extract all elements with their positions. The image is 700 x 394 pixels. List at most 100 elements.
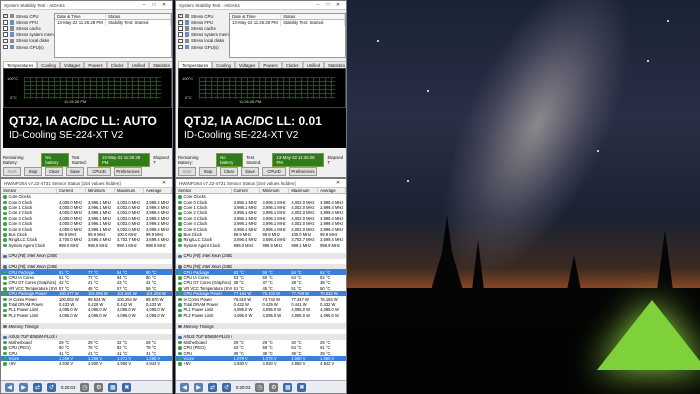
sensor-row[interactable]: Vcore 1.259 V 1.256 V 1.271 V 1.260 V bbox=[1, 355, 172, 362]
button-4[interactable]: CPUID bbox=[262, 167, 286, 176]
sensor-row[interactable]: CPU (PECI) 63 °C 58 °C 64 °C 61 °C bbox=[176, 345, 346, 350]
checkbox[interactable] bbox=[3, 44, 8, 50]
close-icon[interactable]: ✕ bbox=[333, 2, 343, 8]
sensor-row[interactable]: PL2 Power Limit 4,095.0 W 4,095.0 W 4,095.0… bbox=[176, 313, 346, 318]
sensor-row[interactable]: Ring/LLC Clock 3,700.0 MHz 3,696.4 MHz 3,70… bbox=[1, 237, 172, 242]
checkbox[interactable]: ✓ bbox=[178, 14, 183, 19]
col-3[interactable]: Maximum bbox=[289, 188, 319, 193]
col-2[interactable]: Minimum bbox=[260, 188, 290, 193]
col-2[interactable]: Minimum bbox=[86, 188, 115, 193]
col-4[interactable]: Average bbox=[318, 188, 346, 193]
sensor-row[interactable]: Core 3 Clock 4,000.0 MHz 3,996.1 MHz 4,002.… bbox=[1, 216, 172, 221]
sensor-row[interactable]: CPU 41 °C 41 °C 41 °C 41 °C bbox=[1, 350, 172, 356]
button-3[interactable]: Save bbox=[66, 167, 84, 176]
stress-option-3[interactable]: Stress system memory bbox=[3, 32, 60, 38]
minimize-icon[interactable]: – bbox=[313, 2, 323, 8]
sensor-row[interactable]: Bus Clock 99.9 MHz 99.9 MHz 100.0 MHz 99.9 M… bbox=[1, 232, 172, 237]
col-4[interactable]: Average bbox=[144, 188, 172, 193]
network-icon[interactable]: ⇄ bbox=[33, 382, 42, 392]
sensor-row[interactable]: CPU IA Cores 81 °C 77 °C 84 °C 80 °C bbox=[1, 275, 172, 280]
sensor-row[interactable]: CPU GT Cores (Graphics) 42 °C 41 °C 43 °C 42… bbox=[1, 280, 172, 285]
checkbox[interactable] bbox=[178, 38, 183, 44]
sensor-row[interactable]: Ring/LLC Clock 3,696.4 MHz 3,696.4 MHz 3,70… bbox=[176, 237, 346, 242]
checkbox[interactable] bbox=[178, 26, 183, 31]
stress-option-5[interactable]: Stress GPU(s) bbox=[178, 44, 235, 50]
nav-left-icon[interactable]: ◀ bbox=[5, 382, 14, 392]
close-icon[interactable]: ✕ bbox=[333, 180, 343, 186]
checkbox[interactable]: ✓ bbox=[178, 20, 183, 25]
sensor-list[interactable]: Core Clocks Core 0 Clock 3,996.1 MHz 3,996.… bbox=[176, 194, 346, 367]
stress-option-3[interactable]: Stress system memory bbox=[178, 32, 235, 38]
layout-icon[interactable]: ▦ bbox=[283, 382, 293, 392]
maximize-icon[interactable]: □ bbox=[149, 2, 159, 8]
sensor-row[interactable]: Core 4 Clock 3,996.1 MHz 3,996.1 MHz 4,002.… bbox=[176, 221, 346, 226]
sensor-row[interactable]: Total DRAM Power 0.432 W 0.429 W 0.441 W 0.4… bbox=[176, 302, 346, 307]
sensor-row[interactable]: Core 5 Clock 4,000.0 MHz 3,996.1 MHz 4,002.… bbox=[1, 226, 172, 232]
sensor-row[interactable]: Core 2 Clock 3,996.1 MHz 3,996.1 MHz 4,002.… bbox=[176, 210, 346, 215]
checkbox[interactable] bbox=[178, 44, 183, 50]
sensor-row[interactable]: System Agent Clock 999.0 MHz 998.9 MHz 999.… bbox=[176, 243, 346, 248]
nav-right-icon[interactable]: ▶ bbox=[194, 382, 203, 392]
sensor-row[interactable]: Core 1 Clock 4,000.0 MHz 3,996.1 MHz 4,002.… bbox=[1, 205, 172, 210]
sensor-row[interactable]: Core 1 Clock 3,996.1 MHz 3,996.1 MHz 4,002.… bbox=[176, 205, 346, 210]
sensor-row[interactable]: CPU GT Cores (Graphics) 38 °C 37 °C 38 °C 38… bbox=[176, 280, 346, 285]
sensor-row[interactable]: Core 3 Clock 3,996.1 MHz 3,996.1 MHz 4,002.… bbox=[176, 216, 346, 221]
sensor-row[interactable]: CPU 39 °C 39 °C 39 °C 39 °C bbox=[176, 350, 346, 356]
minimize-icon[interactable]: – bbox=[139, 2, 149, 8]
button-2[interactable]: Clear bbox=[220, 167, 238, 176]
layout-icon[interactable]: ▦ bbox=[108, 382, 118, 392]
sensor-row[interactable]: Core 5 Clock 3,996.1 MHz 3,996.1 MHz 4,002.… bbox=[176, 226, 346, 232]
sensor-row[interactable]: Bus Clock 99.9 MHz 99.9 MHz 100.0 MHz 99.9 M… bbox=[176, 232, 346, 237]
col-1[interactable]: Current bbox=[232, 188, 261, 193]
sensor-row[interactable]: VR VCC Temperature (SVID) 57 °C 46 °C 57 °C… bbox=[1, 286, 172, 291]
button-3[interactable]: Save bbox=[241, 167, 259, 176]
sensor-row[interactable]: Core 0 Clock 3,996.1 MHz 3,996.1 MHz 4,002.… bbox=[176, 199, 346, 205]
reset-icon[interactable]: ↺ bbox=[222, 382, 231, 392]
close-sensors-icon[interactable]: ✖ bbox=[297, 382, 307, 392]
nav-left-icon[interactable]: ◀ bbox=[180, 382, 189, 392]
close-sensors-icon[interactable]: ✖ bbox=[122, 382, 132, 392]
sensor-row[interactable]: CPU Package Power 100.377 W 101.094 W 101.5… bbox=[1, 291, 172, 297]
sensor-row[interactable]: CPU (PECI) 80 °C 76 °C 82 °C 79 °C bbox=[1, 345, 172, 350]
checkbox[interactable] bbox=[3, 26, 8, 31]
sensor-row[interactable]: Vcore 1.079 V 1.076 V 1.090 V 1.080 V bbox=[176, 355, 346, 362]
sensor-row[interactable]: PL2 Power Limit 4,095.0 W 4,095.0 W 4,095.0… bbox=[1, 313, 172, 318]
sensor-row[interactable]: CPU IA Cores 63 °C 59 °C 64 °C 62 °C bbox=[176, 275, 346, 280]
sensor-row[interactable]: IA Cores Power 100.002 W 99.524 W 100.254 W… bbox=[1, 296, 172, 302]
col-0[interactable]: Sensor bbox=[1, 188, 57, 193]
col-3[interactable]: Maximum bbox=[115, 188, 144, 193]
sensor-row[interactable]: Total DRAM Power 0.433 W 0.429 W 0.442 W 0.4… bbox=[1, 302, 172, 307]
close-icon[interactable]: ✕ bbox=[159, 2, 169, 8]
button-5[interactable]: Preferences bbox=[114, 167, 142, 176]
network-icon[interactable]: ⇄ bbox=[208, 382, 217, 392]
settings-icon[interactable]: ⚙ bbox=[269, 382, 279, 392]
button-1[interactable]: Stop bbox=[24, 167, 42, 176]
sensor-row[interactable]: Motherboard 29 °C 29 °C 32 °C 29 °C bbox=[1, 340, 172, 345]
maximize-icon[interactable]: □ bbox=[323, 2, 333, 8]
sensor-list[interactable]: Core Clocks Core 0 Clock 4,000.0 MHz 3,996.… bbox=[1, 194, 172, 367]
checkbox[interactable] bbox=[3, 38, 8, 44]
sensor-row[interactable]: CPU Package Power 77.184 W 75.103 W 77.708 … bbox=[176, 291, 346, 297]
sensor-row[interactable]: IA Cores Power 76.810 W 74.742 W 77.347 W 76… bbox=[176, 296, 346, 302]
sensor-row[interactable]: CPU Package 81 °C 77 °C 84 °C 80 °C bbox=[1, 269, 172, 275]
stress-option-5[interactable]: Stress GPU(s) bbox=[3, 44, 60, 50]
sensor-row[interactable]: +5V 4.930 V 4.930 V 4.950 V 4.942 V bbox=[176, 361, 346, 366]
button-0[interactable]: Start bbox=[3, 167, 21, 176]
sensor-row[interactable]: VR VCC Temperature (SVID) 51 °C 45 °C 51 °C… bbox=[176, 286, 346, 291]
col-1[interactable]: Current bbox=[57, 188, 86, 193]
sensor-row[interactable]: Core 4 Clock 4,000.0 MHz 3,996.1 MHz 4,002.… bbox=[1, 221, 172, 226]
reset-icon[interactable]: ↺ bbox=[47, 382, 56, 392]
button-5[interactable]: Preferences bbox=[289, 167, 317, 176]
checkbox[interactable] bbox=[178, 32, 183, 37]
col-0[interactable]: Sensor bbox=[176, 188, 232, 193]
checkbox[interactable]: ✓ bbox=[3, 14, 8, 19]
nav-right-icon[interactable]: ▶ bbox=[19, 382, 28, 392]
settings-icon[interactable]: ⚙ bbox=[94, 382, 104, 392]
sensor-row[interactable]: CPU Package 63 °C 59 °C 64 °C 62 °C bbox=[176, 269, 346, 275]
button-4[interactable]: CPUID bbox=[87, 167, 111, 176]
checkbox[interactable] bbox=[3, 32, 8, 37]
sensor-row[interactable]: PL1 Power Limit 4,095.0 W 4,095.0 W 4,095.0… bbox=[176, 307, 346, 312]
checkbox[interactable] bbox=[3, 20, 8, 25]
sensor-row[interactable]: Core 2 Clock 4,000.0 MHz 3,996.1 MHz 4,002.… bbox=[1, 210, 172, 215]
sensor-row[interactable]: +5V 4.930 V 4.930 V 4.950 V 4.942 V bbox=[1, 361, 172, 366]
